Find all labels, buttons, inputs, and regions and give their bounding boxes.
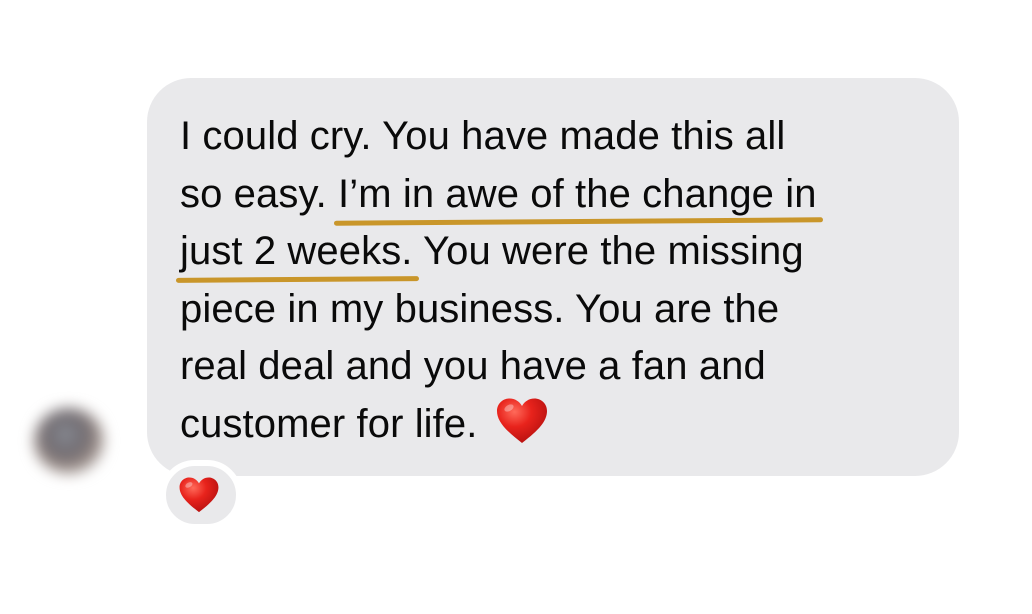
sender-avatar[interactable] <box>34 408 104 474</box>
message-line-3-text: You were the missing <box>412 229 804 273</box>
reaction-heart-svg <box>179 477 219 513</box>
message-line-6-text: customer for life. <box>180 401 478 446</box>
message-line-4: piece in my business. You are the <box>180 281 940 339</box>
message-line-2-text: so easy. <box>180 171 339 216</box>
message-line-3: just 2 weeks. You were the missing <box>180 223 940 281</box>
red-heart-icon <box>178 476 220 514</box>
message-text: I could cry. You have made this all so e… <box>180 108 940 453</box>
message-line-2: so easy. I’m in awe of the change in <box>180 166 940 224</box>
highlighted-phrase-part-1: I’m in awe of the change in <box>338 166 817 224</box>
message-line-5-text: real deal and you have a fan and <box>180 344 766 388</box>
message-line-6: customer for life. <box>180 396 940 454</box>
red-heart-icon <box>495 397 549 445</box>
chat-view: I could cry. You have made this all so e… <box>0 0 1032 614</box>
message-line-1-text: I could cry. You have made this all <box>180 114 786 158</box>
message-line-1: I could cry. You have made this all <box>180 108 940 166</box>
red-heart-icon-svg <box>497 398 548 443</box>
highlighted-phrase-part-2: just 2 weeks. <box>180 223 413 281</box>
message-line-4-text: piece in my business. You are the <box>180 286 780 331</box>
message-line-5: real deal and you have a fan and <box>180 338 940 396</box>
